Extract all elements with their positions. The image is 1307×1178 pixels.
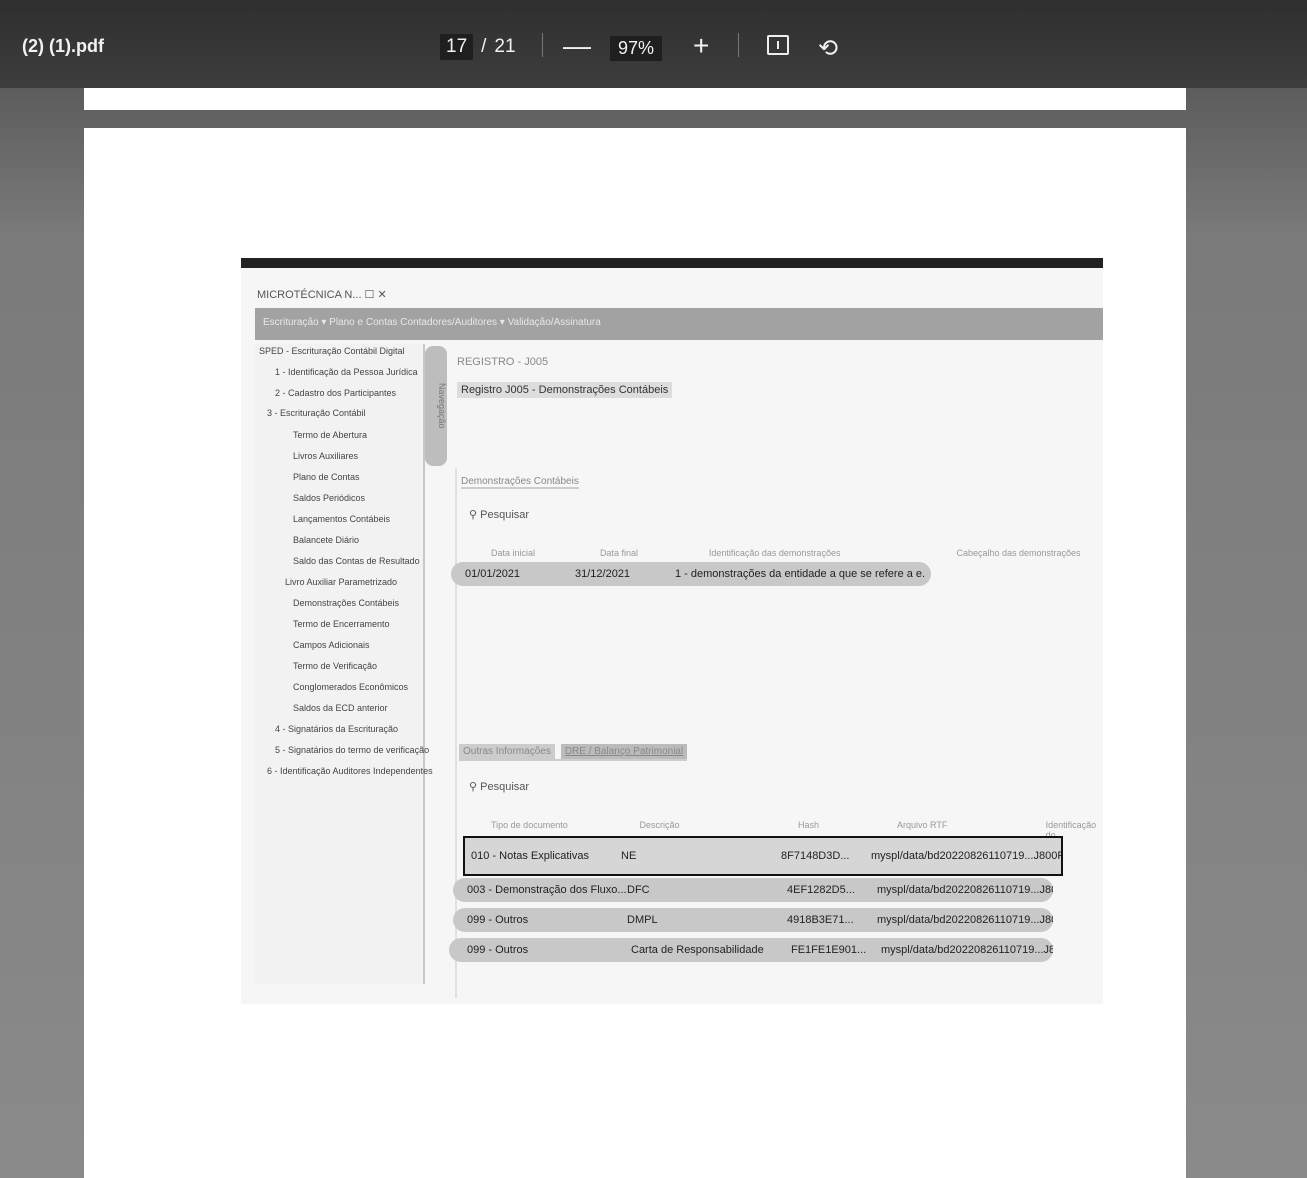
navigation-side-tab[interactable]: Navegação	[425, 346, 447, 466]
file-title: (2) (1).pdf	[22, 36, 104, 56]
tree-item[interactable]: 6 - Identificação Auditores Independente…	[267, 766, 433, 776]
table-row[interactable]: 01/01/2021 31/12/2021 1 - demonstrações …	[451, 562, 931, 586]
pdf-page: MICROTÉCNICA N... ☐ ✕ Escrituração ▾ Pla…	[84, 128, 1186, 1178]
tree-item[interactable]: 3 - Escrituração Contábil	[267, 408, 366, 418]
total-pages: 21	[494, 36, 516, 57]
tree-item[interactable]: Lançamentos Contábeis	[293, 514, 390, 524]
table-row-selected[interactable]: 010 - Notas Explicativas NE 8F7148D3D...…	[463, 836, 1063, 876]
embedded-screenshot: MICROTÉCNICA N... ☐ ✕ Escrituração ▾ Pla…	[241, 258, 1103, 1004]
table-row[interactable]: 099 - Outros Carta de Responsabilidade F…	[449, 938, 1053, 962]
cell-doc-type: 010 - Notas Explicativas	[471, 850, 589, 862]
column-header[interactable]: Data inicial	[471, 548, 600, 558]
register-title: Registro J005 - Demonstrações Contábeis	[457, 382, 673, 398]
bottom-search-field[interactable]: ⚲ Pesquisar	[469, 780, 529, 793]
register-code: REGISTRO - J005	[457, 356, 549, 368]
cell-file: myspl/data/bd20220826110719...J800FIM	[877, 884, 1053, 896]
tree-item[interactable]: Demonstrações Contábeis	[293, 598, 399, 608]
previous-page-bottom	[84, 88, 1186, 110]
current-page-input[interactable]: 17	[440, 34, 474, 60]
tree-item[interactable]: Saldos Periódicos	[293, 493, 365, 503]
column-header[interactable]: Identificação das demonstrações	[709, 548, 957, 558]
zoom-out-button[interactable]: —	[563, 30, 591, 62]
cell-hash: 4EF1282D5...	[787, 884, 855, 896]
cell-description: Carta de Responsabilidade	[631, 944, 764, 956]
tab-dre-balanco[interactable]: DRE / Balanço Patrimonial	[560, 744, 688, 759]
app-ribbon: Escrituração ▾ Plano e Contas Contadores…	[255, 308, 1103, 340]
fit-page-icon[interactable]	[767, 35, 789, 55]
tree-item[interactable]: SPED - Escrituração Contábil Digital	[259, 346, 405, 356]
rotate-icon[interactable]: ⟲	[818, 34, 838, 63]
tab-outras-informacoes[interactable]: Outras Informações	[459, 744, 555, 759]
pdf-viewer: (2) (1).pdf 17 / 21 — 97% + ⟲ MICROTÉCNI…	[0, 0, 1307, 1178]
tree-item[interactable]: 1 - Identificação da Pessoa Jurídica	[275, 367, 418, 377]
column-header[interactable]: Data final	[600, 548, 709, 558]
toolbar-divider	[542, 33, 543, 57]
tree-item[interactable]: Saldo das Contas de Resultado	[293, 556, 420, 566]
tree-item[interactable]: Termo de Verificação	[293, 661, 377, 671]
column-header[interactable]: Cabeçalho das demonstrações	[956, 548, 1105, 558]
tree-item[interactable]: Campos Adicionais	[293, 640, 370, 650]
tab-demonstracoes[interactable]: Demonstrações Contábeis	[461, 476, 579, 489]
tree-item[interactable]: Termo de Abertura	[293, 430, 367, 440]
table-row[interactable]: 099 - Outros DMPL 4918B3E71... myspl/dat…	[453, 908, 1053, 932]
zoom-level-input[interactable]: 97%	[610, 36, 663, 61]
cell-hash: 8F7148D3D...	[781, 850, 850, 862]
tree-item[interactable]: Livro Auxiliar Parametrizado	[285, 577, 397, 587]
toolbar-divider	[738, 33, 739, 57]
cell-hash: 4918B3E71...	[787, 914, 854, 926]
tree-item[interactable]: Conglomerados Econômicos	[293, 682, 408, 692]
app-window-tab[interactable]: MICROTÉCNICA N... ☐ ✕	[257, 288, 387, 301]
ribbon-menu[interactable]: Escrituração ▾ Plano e Contas Contadores…	[263, 317, 601, 328]
zoom-in-button[interactable]: +	[693, 30, 709, 62]
cell-doc-type: 003 - Demonstração dos Fluxo...	[467, 884, 627, 896]
table-header: Data inicial Data final Identificação da…	[471, 548, 1105, 558]
cell-start-date: 01/01/2021	[465, 568, 521, 580]
cell-file: myspl/data/bd20220826110719...J800FIM	[881, 944, 1053, 956]
cell-file: myspl/data/bd20220826110719...J800FIM	[877, 914, 1053, 926]
bottom-tabbar: Outras Informações DRE / Balanço Patrimo…	[459, 744, 688, 761]
cell-description: DMPL	[627, 914, 658, 926]
tree-item[interactable]: Balancete Diário	[293, 535, 359, 545]
search-label: Pesquisar	[480, 781, 530, 793]
viewer-toolbar: (2) (1).pdf 17 / 21 — 97% + ⟲	[0, 0, 1307, 88]
page-separator: /	[481, 36, 487, 57]
tree-item[interactable]: Termo de Encerramento	[293, 619, 390, 629]
table-row[interactable]: 003 - Demonstração dos Fluxo... DFC 4EF1…	[453, 878, 1053, 902]
cell-doc-type: 099 - Outros	[467, 944, 529, 956]
cell-file: myspl/data/bd2022082611071​9...J800FIM	[871, 850, 1061, 862]
search-icon: ⚲	[469, 781, 481, 793]
page-indicator: 17 / 21	[440, 34, 516, 60]
search-label: Pesquisar	[480, 509, 530, 521]
cell-identification: 1 - demonstrações da entidade a que se r…	[675, 568, 925, 580]
tree-item[interactable]: 2 - Cadastro dos Participantes	[275, 388, 396, 398]
tree-item[interactable]: Plano de Contas	[293, 472, 360, 482]
register-content: Demonstrações Contábeis ⚲ Pesquisar Data…	[449, 468, 1105, 998]
cell-doc-type: 099 - Outros	[467, 914, 529, 926]
search-icon: ⚲	[469, 509, 481, 521]
tree-item[interactable]: Saldos da ECD anterior	[293, 703, 388, 713]
search-field[interactable]: ⚲ Pesquisar	[469, 508, 529, 521]
tree-item[interactable]: 5 - Signatários do termo de verificação	[275, 745, 429, 755]
cell-end-date: 31/12/2021	[575, 568, 631, 580]
tree-item[interactable]: Livros Auxiliares	[293, 451, 358, 461]
tree-item[interactable]: 4 - Signatários da Escrituração	[275, 724, 398, 734]
navigation-tree: SPED - Escrituração Contábil Digital 1 -…	[255, 344, 433, 984]
cell-hash: FE1FE1E901...	[791, 944, 867, 956]
screenshot-top-bar	[241, 258, 1103, 268]
cell-description: NE	[621, 850, 637, 862]
cell-description: DFC	[627, 884, 650, 896]
